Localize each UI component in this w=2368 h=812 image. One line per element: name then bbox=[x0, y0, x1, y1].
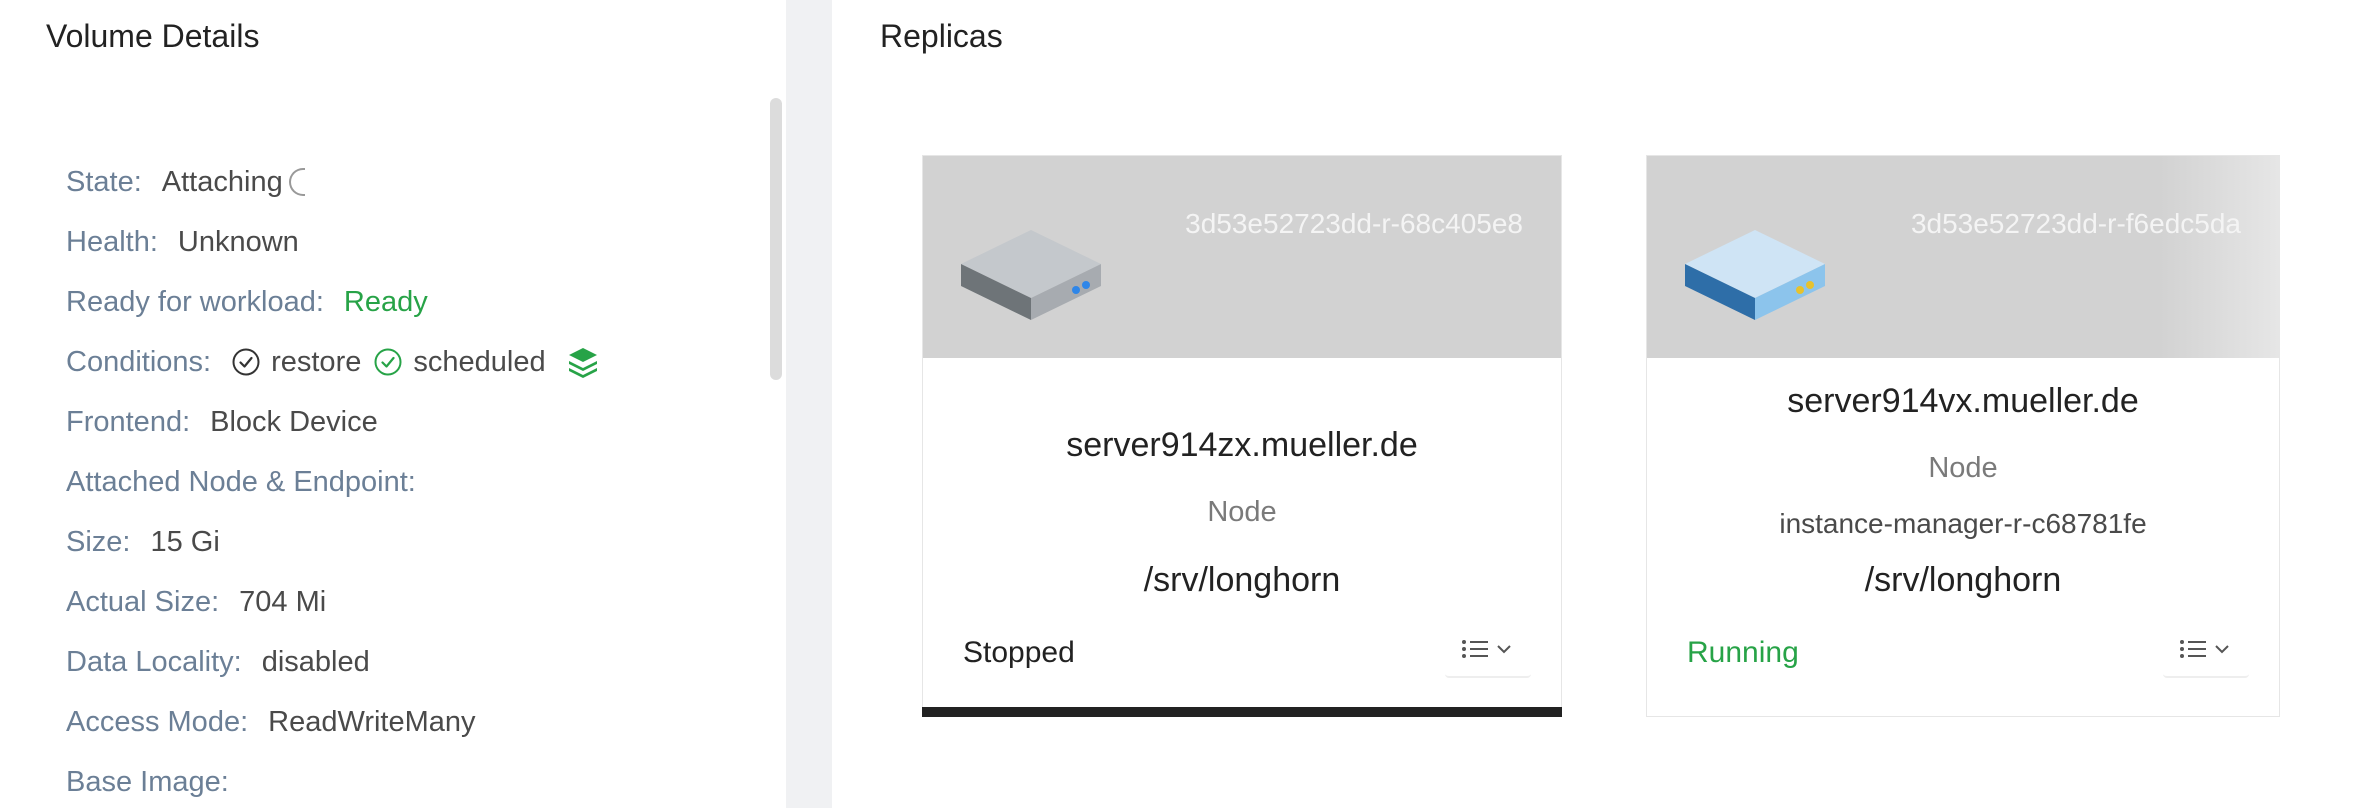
spinner-icon bbox=[288, 168, 305, 196]
check-circle-icon bbox=[232, 348, 260, 376]
state-label: State: bbox=[66, 166, 142, 198]
replica-host: server914vx.mueller.de bbox=[1787, 382, 2139, 420]
data-locality-row: Data Locality: disabled bbox=[66, 632, 600, 692]
replica-card[interactable]: 3d53e52723dd-r-68c405e8 server914zx.muel… bbox=[922, 155, 1562, 717]
replica-id: 3d53e52723dd-r-f6edc5da bbox=[1910, 208, 2241, 239]
replica-id: 3d53e52723dd-r-68c405e8 bbox=[1185, 208, 1523, 239]
base-image-label: Base Image: bbox=[66, 766, 229, 798]
access-mode-label: Access Mode: bbox=[66, 706, 249, 738]
list-icon bbox=[1462, 640, 1511, 658]
replica-menu-button[interactable] bbox=[2163, 624, 2249, 678]
details-list: State: Attaching Health: Unknown Ready f… bbox=[66, 152, 600, 812]
actual-size-label: Actual Size: bbox=[66, 586, 220, 618]
list-icon bbox=[2180, 640, 2229, 658]
frontend-value: Block Device bbox=[210, 406, 378, 438]
replica-status: Running bbox=[1687, 636, 1799, 669]
node-label: Node bbox=[1928, 452, 1998, 484]
panel-title: Volume Details bbox=[46, 18, 260, 54]
frontend-row: Frontend: Block Device bbox=[66, 392, 600, 452]
replica-host: server914zx.mueller.de bbox=[1066, 426, 1418, 464]
access-mode-row: Access Mode: ReadWriteMany bbox=[66, 692, 600, 752]
condition-scheduled-label: scheduled bbox=[413, 346, 546, 378]
instance-manager: instance-manager-r-c68781fe bbox=[1779, 508, 2147, 539]
ready-row: Ready for workload: Ready bbox=[66, 272, 600, 332]
data-locality-label: Data Locality: bbox=[66, 646, 242, 678]
actual-size-row: Actual Size: 704 Mi bbox=[66, 572, 600, 632]
panel-title: Replicas bbox=[880, 18, 1003, 54]
conditions-label: Conditions: bbox=[66, 346, 212, 378]
size-row: Size: 15 Gi bbox=[66, 512, 600, 572]
condition-restore[interactable]: restore bbox=[231, 338, 361, 386]
attached-label: Attached Node & Endpoint: bbox=[66, 466, 416, 498]
condition-scheduled[interactable]: scheduled bbox=[373, 338, 546, 386]
replica-card[interactable]: 3d53e52723dd-r-f6edc5da server914vx.muel… bbox=[1646, 155, 2280, 717]
replica-path: /srv/longhorn bbox=[1864, 561, 2062, 599]
replica-status: Stopped bbox=[963, 636, 1075, 669]
replica-card-header: 3d53e52723dd-r-68c405e8 bbox=[923, 156, 1561, 358]
scrollbar[interactable] bbox=[770, 98, 782, 380]
volume-details-panel: Volume Details State: Attaching Health: … bbox=[0, 0, 786, 808]
server-icon bbox=[1685, 230, 1825, 320]
base-image-row: Base Image: bbox=[66, 752, 600, 812]
state-row: State: Attaching bbox=[66, 152, 600, 212]
health-row: Health: Unknown bbox=[66, 212, 600, 272]
actual-size-value: 704 Mi bbox=[239, 586, 327, 618]
layers-icon[interactable] bbox=[566, 345, 600, 379]
check-circle-icon bbox=[374, 348, 402, 376]
health-label: Health: bbox=[66, 226, 158, 258]
node-label: Node bbox=[1207, 496, 1277, 528]
ready-label: Ready for workload: bbox=[66, 286, 324, 318]
ready-value: Ready bbox=[343, 286, 428, 318]
access-mode-value: ReadWriteMany bbox=[268, 706, 476, 738]
state-value: Attaching bbox=[161, 166, 283, 198]
replicas-panel: Replicas 3d53e52723dd-r-68c405e8 server9… bbox=[832, 0, 2368, 808]
replica-path: /srv/longhorn bbox=[1143, 561, 1341, 599]
data-locality-value: disabled bbox=[261, 646, 370, 678]
replica-card-header: 3d53e52723dd-r-f6edc5da bbox=[1647, 156, 2279, 358]
conditions-row: Conditions: restore scheduled bbox=[66, 332, 600, 392]
health-value: Unknown bbox=[177, 226, 299, 258]
server-icon bbox=[961, 230, 1101, 320]
attached-row: Attached Node & Endpoint: bbox=[66, 452, 600, 512]
panel-divider bbox=[786, 0, 832, 808]
replica-card-bottom-bar bbox=[922, 707, 1562, 717]
size-value: 15 Gi bbox=[150, 526, 220, 558]
size-label: Size: bbox=[66, 526, 131, 558]
condition-restore-label: restore bbox=[271, 346, 362, 378]
replica-menu-button[interactable] bbox=[1445, 624, 1531, 678]
frontend-label: Frontend: bbox=[66, 406, 191, 438]
header-fade bbox=[2159, 156, 2279, 358]
